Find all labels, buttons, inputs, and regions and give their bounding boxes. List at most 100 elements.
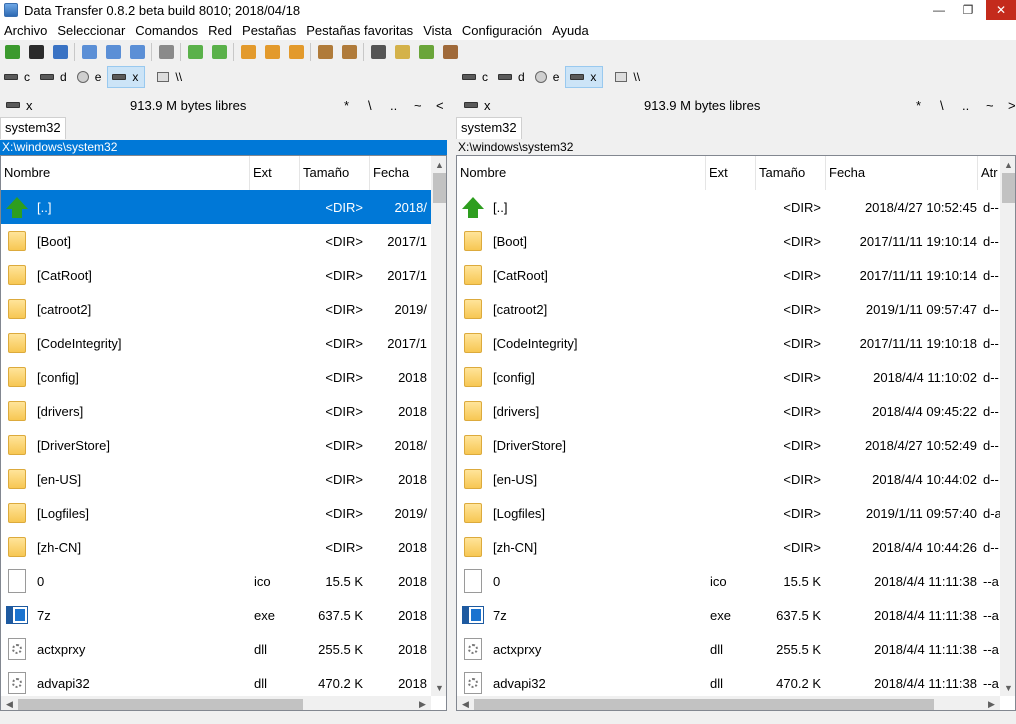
copy-right-button[interactable] — [209, 42, 229, 62]
column-date[interactable]: Fecha — [370, 156, 431, 190]
right-vertical-scrollbar[interactable]: ▲ ▼ — [1000, 156, 1015, 696]
file-row[interactable]: [catroot2] <DIR> 2019/1/11 09:57:47 d-- — [457, 292, 1000, 326]
nav-parent[interactable]: .. — [962, 98, 986, 113]
file-row[interactable]: [CatRoot] <DIR> 2017/11/11 19:10:14 d-- — [457, 258, 1000, 292]
scroll-left-arrow-icon[interactable]: ◀ — [1, 696, 18, 710]
left-tab-system32[interactable]: system32 — [0, 117, 66, 139]
right-current-drive[interactable]: x — [464, 98, 491, 113]
right-horizontal-scrollbar[interactable]: ◀ ▶ — [457, 696, 1000, 710]
file-row[interactable]: [zh-CN] <DIR> 2018 — [1, 530, 431, 564]
left-current-drive[interactable]: x — [6, 98, 33, 113]
file-row[interactable]: [zh-CN] <DIR> 2018/4/4 10:44:26 d-- — [457, 530, 1000, 564]
nav-home[interactable]: ~ — [986, 98, 1008, 113]
scroll-up-arrow-icon[interactable]: ▲ — [431, 156, 446, 173]
file-row[interactable]: advapi32 dll 470.2 K 2018/4/4 11:11:38 --a — [457, 666, 1000, 700]
column-size[interactable]: Tamaño — [300, 156, 370, 190]
drive-button-e[interactable]: e — [531, 66, 566, 88]
column-attr[interactable]: Atr — [978, 156, 1000, 190]
menu-configuracion[interactable]: Configuración — [457, 23, 547, 38]
left-path-bar[interactable]: X:\windows\system32 — [0, 140, 447, 155]
menu-pestanas-favoritas[interactable]: Pestañas favoritas — [301, 23, 418, 38]
file-row[interactable]: advapi32 dll 470.2 K 2018 — [1, 666, 431, 700]
menu-vista[interactable]: Vista — [418, 23, 457, 38]
file-row[interactable]: [Boot] <DIR> 2017/11/11 19:10:14 d-- — [457, 224, 1000, 258]
column-name[interactable]: Nombre — [1, 156, 250, 190]
file-row[interactable]: [Logfiles] <DIR> 2019/1/11 09:57:40 d-a — [457, 496, 1000, 530]
copy-button[interactable] — [440, 42, 460, 62]
file-row[interactable]: [config] <DIR> 2018/4/4 11:10:02 d-- — [457, 360, 1000, 394]
nav-root[interactable]: \ — [940, 98, 962, 113]
nav-root-star[interactable]: * — [344, 98, 368, 113]
refresh-button[interactable] — [2, 42, 22, 62]
file-row[interactable]: 7z exe 637.5 K 2018/4/4 11:11:38 --a — [457, 598, 1000, 632]
right-path-bar[interactable]: X:\windows\system32 — [456, 140, 1016, 155]
view-thumbnails-button[interactable] — [127, 42, 147, 62]
file-row[interactable]: [config] <DIR> 2018 — [1, 360, 431, 394]
scroll-right-arrow-icon[interactable]: ▶ — [983, 696, 1000, 710]
file-row[interactable]: 0 ico 15.5 K 2018 — [1, 564, 431, 598]
menu-comandos[interactable]: Comandos — [130, 23, 203, 38]
menu-archivo[interactable]: Archivo — [0, 23, 52, 38]
maximize-button[interactable]: ❐ — [954, 0, 982, 20]
file-row[interactable]: [CodeIntegrity] <DIR> 2017/11/11 19:10:18 d… — [457, 326, 1000, 360]
file-row[interactable]: [..] <DIR> 2018/ — [1, 190, 431, 224]
drive-button-d[interactable]: d — [494, 66, 531, 88]
column-size[interactable]: Tamaño — [756, 156, 826, 190]
file-row[interactable]: 0 ico 15.5 K 2018/4/4 11:11:38 --a — [457, 564, 1000, 598]
file-row[interactable]: [CodeIntegrity] <DIR> 2017/1 — [1, 326, 431, 360]
nav-home[interactable]: ~ — [414, 98, 436, 113]
nav-parent[interactable]: .. — [390, 98, 414, 113]
nav-right[interactable]: > — [1008, 98, 1016, 113]
file-row[interactable]: [DriverStore] <DIR> 2018/ — [1, 428, 431, 462]
nav-root[interactable]: \ — [368, 98, 390, 113]
terminal-button[interactable] — [26, 42, 46, 62]
left-vertical-scrollbar[interactable]: ▲ ▼ — [431, 156, 446, 696]
right-tab-system32[interactable]: system32 — [456, 117, 522, 139]
file-row[interactable]: [CatRoot] <DIR> 2017/1 — [1, 258, 431, 292]
extract-button[interactable] — [339, 42, 359, 62]
column-name[interactable]: Nombre — [457, 156, 706, 190]
scroll-up-arrow-icon[interactable]: ▲ — [1000, 156, 1015, 173]
file-row[interactable]: [Logfiles] <DIR> 2019/ — [1, 496, 431, 530]
file-row[interactable]: [..] <DIR> 2018/4/27 10:52:45 d-- — [457, 190, 1000, 224]
scroll-down-arrow-icon[interactable]: ▼ — [1000, 679, 1015, 696]
drive-button-c[interactable]: c — [458, 66, 494, 88]
split-button[interactable] — [286, 42, 306, 62]
pack-button[interactable] — [238, 42, 258, 62]
nav-root-star[interactable]: * — [916, 98, 940, 113]
copy-left-button[interactable] — [185, 42, 205, 62]
scroll-right-arrow-icon[interactable]: ▶ — [414, 696, 431, 710]
file-row[interactable]: [en-US] <DIR> 2018 — [1, 462, 431, 496]
column-ext[interactable]: Ext — [250, 156, 300, 190]
drive-button-x[interactable]: x — [565, 66, 604, 88]
drive-button-d[interactable]: d — [36, 66, 73, 88]
menu-pestanas[interactable]: Pestañas — [237, 23, 301, 38]
drive-button-unc[interactable]: \\ — [145, 66, 188, 88]
file-row[interactable]: 7z exe 637.5 K 2018 — [1, 598, 431, 632]
file-row[interactable]: [catroot2] <DIR> 2019/ — [1, 292, 431, 326]
drive-button-unc[interactable]: \\ — [603, 66, 646, 88]
edit-button[interactable] — [392, 42, 412, 62]
view-details-button[interactable] — [103, 42, 123, 62]
left-horizontal-scroll-thumb[interactable] — [18, 699, 303, 710]
view-list-button[interactable] — [79, 42, 99, 62]
file-row[interactable]: [en-US] <DIR> 2018/4/4 10:44:02 d-- — [457, 462, 1000, 496]
left-horizontal-scrollbar[interactable]: ◀ ▶ — [1, 696, 431, 710]
scroll-down-arrow-icon[interactable]: ▼ — [431, 679, 446, 696]
right-horizontal-scroll-thumb[interactable] — [474, 699, 934, 710]
drive-button-e[interactable]: e — [73, 66, 108, 88]
file-row[interactable]: actxprxy dll 255.5 K 2018/4/4 11:11:38 --a — [457, 632, 1000, 666]
settings-button[interactable] — [50, 42, 70, 62]
right-vertical-scroll-thumb[interactable] — [1002, 173, 1015, 203]
menu-ayuda[interactable]: Ayuda — [547, 23, 594, 38]
close-button[interactable]: ✕ — [986, 0, 1016, 20]
file-row[interactable]: [Boot] <DIR> 2017/1 — [1, 224, 431, 258]
file-row[interactable]: [drivers] <DIR> 2018/4/4 09:45:22 d-- — [457, 394, 1000, 428]
drive-button-x[interactable]: x — [107, 66, 146, 88]
column-ext[interactable]: Ext — [706, 156, 756, 190]
compare-button[interactable] — [416, 42, 436, 62]
nav-left[interactable]: < — [436, 98, 450, 113]
left-vertical-scroll-thumb[interactable] — [433, 173, 446, 203]
minimize-button[interactable]: — — [925, 0, 953, 20]
column-date[interactable]: Fecha — [826, 156, 978, 190]
